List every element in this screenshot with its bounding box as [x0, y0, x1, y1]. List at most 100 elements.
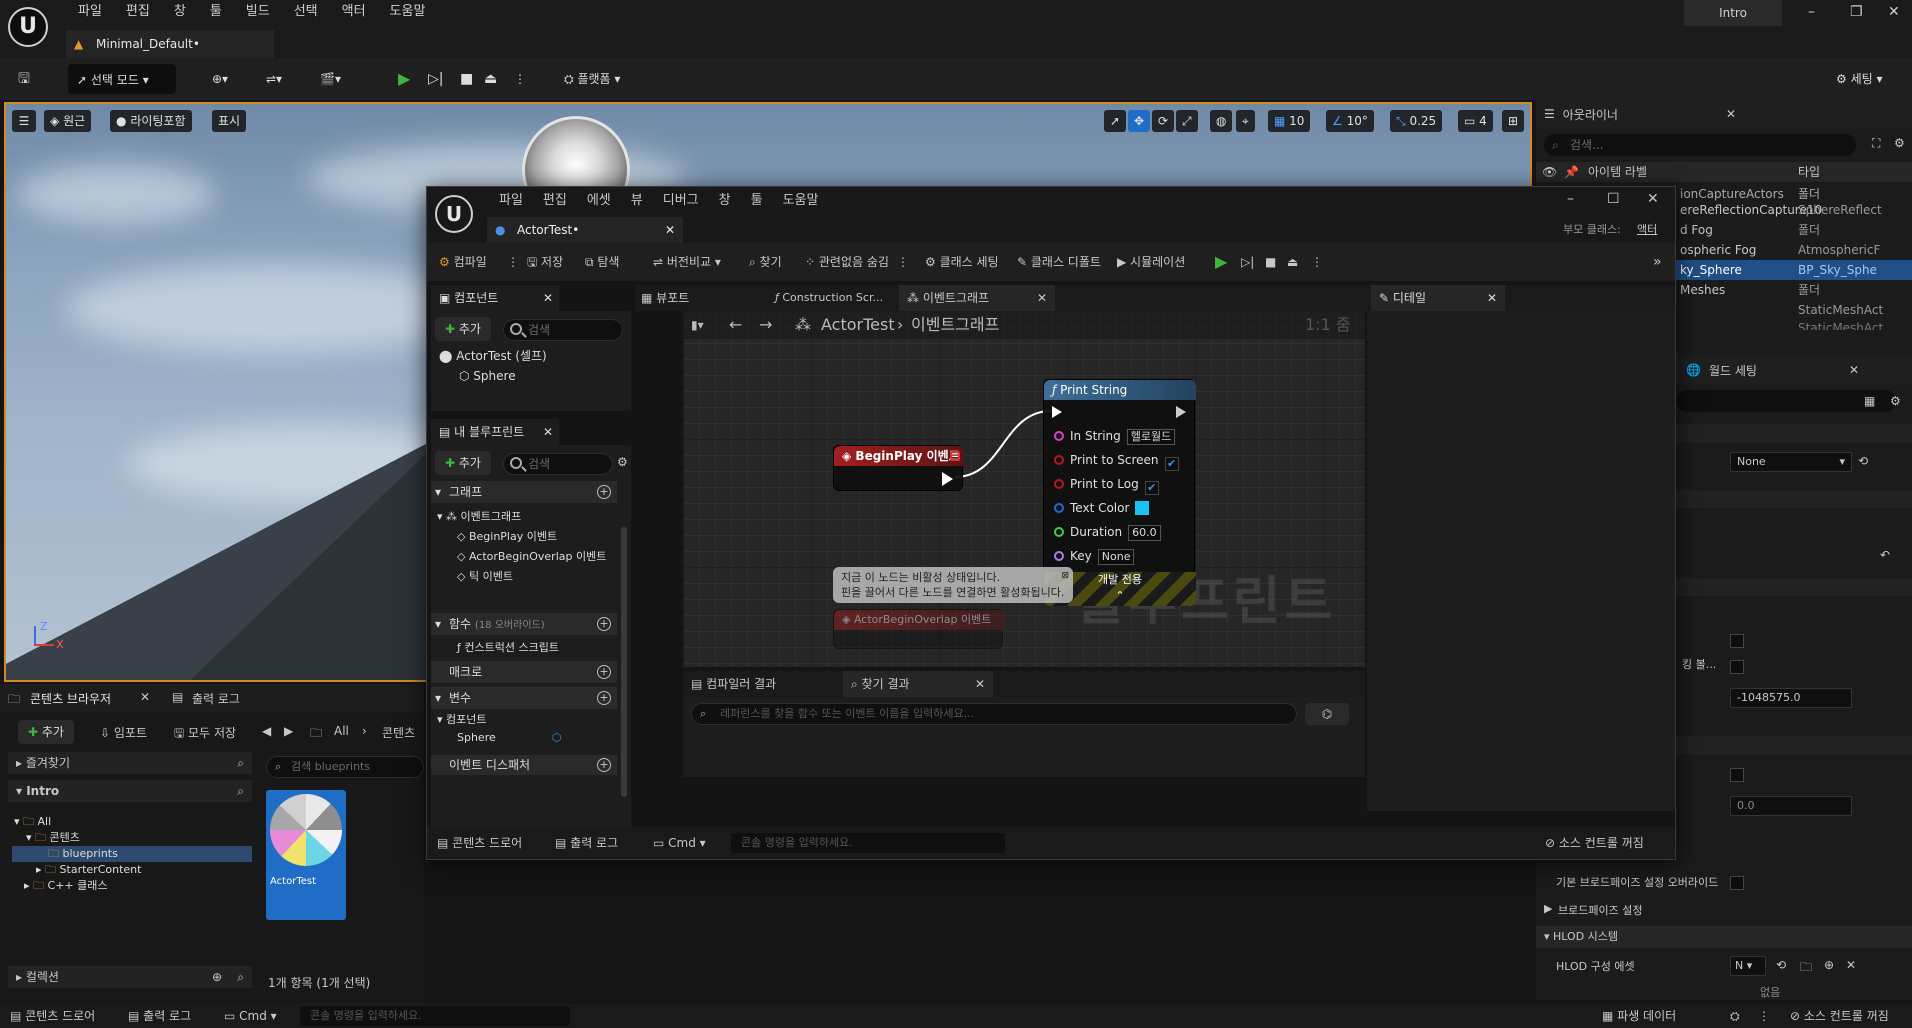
graphs-section[interactable]: ▾ 그래프 + [431, 481, 617, 503]
tree-item-all[interactable]: ▾ 🗀 All [12, 814, 252, 830]
binoculars-button[interactable]: ⌬ [1305, 703, 1349, 725]
add-graph-icon[interactable]: + [597, 485, 611, 499]
output-log-button[interactable]: ▤ 출력 로그 [555, 827, 618, 859]
checkbox[interactable] [1730, 660, 1744, 674]
variables-section[interactable]: ▾ 변수 + [431, 687, 617, 709]
functions-section[interactable]: ▾ 함수 (18 오버라이드) + [431, 613, 617, 635]
intro-section[interactable]: ▾ Intro ⌕ [8, 780, 252, 802]
add-actor-icon[interactable]: ⊕▾ [204, 64, 236, 94]
world-space-icon[interactable]: ◍ [1210, 110, 1233, 132]
add-collection-icon[interactable]: ⊕ [212, 966, 222, 988]
tab-compiler-results[interactable]: ▤ 컴파일러 결과 [691, 671, 776, 697]
actor-begin-overlap-node[interactable]: ◈ ActorBeginOverlap 이벤트 [833, 609, 1004, 649]
output-log-button[interactable]: ▤ 출력 로그 [128, 1004, 191, 1028]
tab-close-icon[interactable]: ✕ [1487, 285, 1497, 311]
menu-tools[interactable]: 툴 [198, 3, 234, 21]
menu-file[interactable]: 파일 [66, 3, 114, 21]
breadcrumb-content[interactable]: 콘텐츠 [382, 724, 415, 741]
toolbar-more-icon[interactable]: ⋮ [897, 243, 909, 281]
none-dropdown[interactable]: None ▾ [1730, 452, 1852, 472]
scale-snap-button[interactable]: ⤡ 0.25 [1390, 110, 1443, 132]
save-button[interactable]: 🖫 저장 [527, 243, 563, 281]
diff-button[interactable]: ⇌ 버전비교 ▾ [653, 243, 721, 281]
console-input[interactable]: 콘솔 명령을 입력하세요. [731, 833, 1005, 853]
in-string-pin[interactable]: In String 헬로월드 [1054, 428, 1176, 445]
more-options-icon[interactable]: ⋮ [506, 64, 534, 94]
menu-window[interactable]: 창 [162, 3, 198, 21]
print-to-screen-pin[interactable]: Print to Screen ✔ [1054, 452, 1179, 471]
menu-actor[interactable]: 액터 [330, 3, 378, 21]
overflow-icon[interactable]: » [1653, 243, 1662, 281]
tab-close-icon[interactable]: ✕ [665, 217, 675, 243]
stop-icon[interactable]: ■ [1265, 243, 1276, 281]
bp-menu-asset[interactable]: 에셋 [577, 189, 621, 208]
tab-close-icon[interactable]: ✕ [140, 690, 150, 704]
search-icon[interactable]: ⌕ [237, 780, 244, 802]
details-search-input[interactable] [1676, 390, 1896, 412]
outliner-search-input[interactable]: ⌕ 검색... [1544, 134, 1856, 156]
print-to-log-pin[interactable]: Print to Log ✔ [1054, 476, 1159, 495]
parent-class-link[interactable]: 액터 [1637, 221, 1657, 237]
component-sphere[interactable]: ⬡ Sphere [439, 367, 547, 385]
settings-button[interactable]: ⚙ 세팅 ▾ [1828, 64, 1891, 94]
collections-section[interactable]: ▸ 컬렉션 ⊕ ⌕ [8, 966, 252, 988]
save-icon[interactable]: 🖫 [17, 72, 31, 86]
macros-section[interactable]: 매크로 + [431, 661, 617, 683]
tab-find-results[interactable]: ⌕ 찾기 결과 ✕ [843, 671, 993, 697]
bp-menu-edit[interactable]: 편집 [533, 189, 577, 208]
platform-dropdown[interactable]: ⛭ 플랫폼 ▾ [556, 64, 628, 94]
console-input[interactable]: 콘솔 명령을 입력하세요. [300, 1006, 570, 1026]
cmd-dropdown[interactable]: ▭ Cmd ▾ [224, 1004, 277, 1028]
minimize-icon[interactable]: – [1567, 191, 1574, 207]
comment-close-icon[interactable]: ⊠ [1061, 569, 1069, 584]
tree-item-starter-content[interactable]: ▸ 🗀 StarterContent [12, 862, 252, 878]
tree-event-graph[interactable]: ▾ ⁂ 이벤트그래프 [437, 507, 606, 527]
event-graph-canvas[interactable]: ▮▾ ← → ⁂ ActorTest › 이벤트그래프 1:1 줌 블루프린트 … [683, 311, 1365, 667]
breadcrumb-all[interactable]: All [334, 724, 349, 738]
find-button[interactable]: ⌕ 찾기 [749, 243, 782, 281]
exec-out-pin[interactable] [942, 472, 953, 486]
component-self[interactable]: ⬤ ActorTest (셀프) [439, 347, 547, 365]
tree-var-sphere[interactable]: Sphere ⬡ [437, 729, 561, 747]
clear-icon[interactable]: ✕ [1846, 958, 1856, 972]
add-member-button[interactable]: ✚ 추가 [435, 451, 491, 475]
dispatchers-section[interactable]: 이벤트 디스패처 + [431, 755, 617, 775]
components-tab[interactable]: ▣ 컴포넌트 ✕ [431, 285, 559, 311]
eject-icon[interactable]: ⏏ [1287, 243, 1298, 281]
step-icon[interactable]: ▷| [1241, 243, 1254, 281]
translate-tool-icon[interactable]: ✥ [1128, 110, 1151, 132]
cmd-dropdown[interactable]: ▭ Cmd ▾ [653, 827, 706, 859]
browse-button[interactable]: ⧉ 탐색 [585, 243, 619, 281]
scale-tool-icon[interactable]: ⤢ [1176, 110, 1198, 132]
add-button[interactable]: ✚ 추가 [18, 720, 74, 744]
cinematics-icon[interactable]: 🎬▾ [312, 64, 349, 94]
reset-icon[interactable]: ⟲ [1776, 958, 1786, 972]
gear-icon[interactable]: ⚙ [617, 455, 628, 469]
grid-view-icon[interactable]: ▦ [1864, 394, 1875, 408]
tab-close-icon[interactable]: ✕ [975, 671, 985, 697]
angle-snap-button[interactable]: ∠ 10° [1326, 110, 1374, 132]
grid-snap-button[interactable]: ▦ 10 [1268, 110, 1311, 132]
outliner-settings-icon[interactable]: ⚙ [1894, 136, 1905, 150]
tab-construction[interactable]: ƒ Construction Scr... [775, 285, 883, 311]
source-control-button[interactable]: ⊘ 소스 컨트롤 꺼짐 [1790, 1004, 1889, 1028]
exec-out-pin[interactable] [1176, 406, 1186, 418]
details-tab[interactable]: ✎ 디테일 ✕ [1371, 285, 1505, 311]
status-more-icon[interactable]: ⋮ [1758, 1004, 1770, 1028]
add-function-icon[interactable]: + [597, 617, 611, 631]
tab-viewport[interactable]: ▦ 뷰포트 [641, 285, 689, 311]
add-icon[interactable]: ⊕ [1824, 958, 1834, 972]
scrollbar[interactable] [621, 527, 627, 797]
pin-icon[interactable]: 📌 [1564, 162, 1579, 182]
print-to-screen-checkbox[interactable]: ✔ [1164, 457, 1179, 471]
class-settings-button[interactable]: ⚙ 클래스 세팅 [925, 243, 999, 281]
output-log-tab[interactable]: 출력 로그 [192, 690, 240, 707]
exec-in-pin[interactable] [1052, 406, 1062, 418]
maximize-icon[interactable]: ☐ [1607, 191, 1620, 207]
outliner-close-icon[interactable]: ✕ [1726, 107, 1736, 121]
class-defaults-button[interactable]: ✎ 클래스 디폴트 [1017, 243, 1101, 281]
play-icon[interactable]: ▶ [1215, 243, 1227, 281]
checkbox[interactable] [1730, 768, 1744, 782]
bp-menu-view[interactable]: 뷰 [621, 189, 653, 208]
layout-icon[interactable]: ⊞ [1502, 110, 1525, 132]
